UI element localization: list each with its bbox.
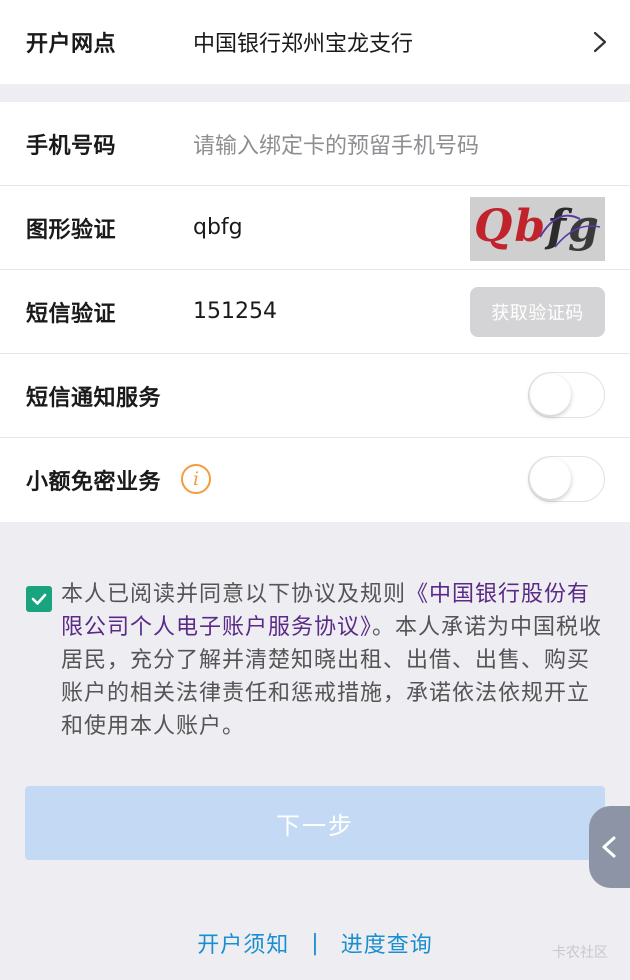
footer-links: 开户须知 | 进度查询 [0,927,630,959]
captcha-image[interactable]: Qbfg [470,197,605,261]
footer-separator: | [311,930,319,956]
phone-row: 手机号码 请输入绑定卡的预留手机号码 [0,102,630,186]
chevron-right-icon [593,31,607,53]
next-button[interactable]: 下一步 [25,786,605,860]
phone-input[interactable]: 请输入绑定卡的预留手机号码 [193,128,479,160]
side-collapse-tab[interactable] [589,806,630,888]
sms-label: 短信验证 [26,301,117,327]
branch-section: 开户网点 中国银行郑州宝龙支行 [0,0,630,84]
captcha-input[interactable]: qbfg [193,215,243,240]
small-pay-label: 小额免密业务 [26,470,162,495]
captcha-noise [539,214,601,248]
info-icon[interactable]: i [181,464,211,494]
toggle-knob [530,374,571,415]
toggle-knob [530,458,571,499]
sms-notify-toggle[interactable] [528,372,605,418]
agreement-checkbox[interactable] [26,586,52,612]
phone-label: 手机号码 [26,133,117,159]
watermark: 卡农社区 [552,945,608,961]
agreement-block: 本人已阅读并同意以下协议及规则《中国银行股份有限公司个人电子账户服务协议》。本人… [26,578,606,743]
section-gap [0,84,630,102]
sms-notify-label: 短信通知服务 [26,385,162,411]
sms-notify-row: 短信通知服务 [0,354,630,438]
branch-label: 开户网点 [26,32,117,57]
get-sms-code-button[interactable]: 获取验证码 [470,287,605,337]
sms-row: 短信验证 151254 获取验证码 [0,270,630,354]
captcha-label: 图形验证 [26,217,117,243]
account-notice-link[interactable]: 开户须知 [197,927,289,959]
sms-input[interactable]: 151254 [193,299,277,324]
branch-row[interactable]: 开户网点 中国银行郑州宝龙支行 [0,0,630,84]
small-pay-row: 小额免密业务 i [0,438,630,522]
form-section: 手机号码 请输入绑定卡的预留手机号码 图形验证 qbfg Qbfg 短信验证 1… [0,102,630,522]
branch-value: 中国银行郑州宝龙支行 [193,32,414,57]
check-icon [31,593,47,605]
agreement-text: 本人已阅读并同意以下协议及规则《中国银行股份有限公司个人电子账户服务协议》。本人… [61,578,606,743]
small-pay-toggle[interactable] [528,456,605,502]
chevron-left-icon [602,836,616,858]
progress-query-link[interactable]: 进度查询 [341,927,433,959]
agreement-text-before: 本人已阅读并同意以下协议及规则 [61,582,407,607]
captcha-row: 图形验证 qbfg Qbfg [0,186,630,270]
